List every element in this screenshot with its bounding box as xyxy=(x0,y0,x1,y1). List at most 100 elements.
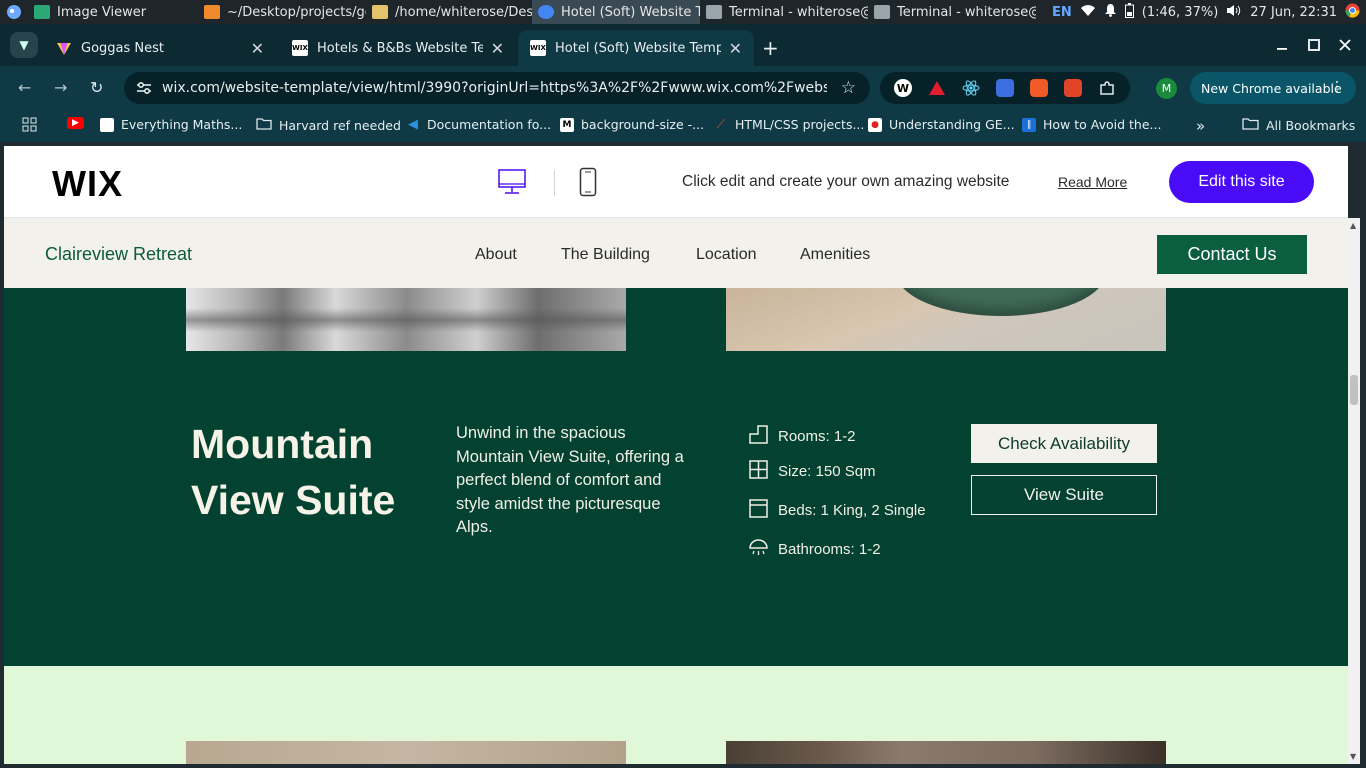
bookmark-documentation[interactable]: ◀ Documentation fo... xyxy=(406,117,551,132)
taskbar-item-file-manager[interactable]: /home/whiterose/Des... xyxy=(366,0,532,24)
extension-lighthouse-icon[interactable] xyxy=(1030,79,1048,97)
bookmark-how-to-avoid[interactable]: ∥ How to Avoid the... xyxy=(1022,117,1161,132)
bathroom-icon xyxy=(748,537,769,562)
feature-rooms: Rooms: 1-2 xyxy=(748,424,856,449)
arrow-right-icon: → xyxy=(54,78,68,97)
page-icon xyxy=(100,117,114,132)
suite-photo-left xyxy=(186,288,626,351)
clock[interactable]: 27 Jun, 22:31 xyxy=(1250,5,1337,20)
check-availability-button[interactable]: Check Availability xyxy=(971,424,1157,463)
edit-this-site-button[interactable]: Edit this site xyxy=(1169,161,1314,203)
new-tab-button[interactable]: + xyxy=(762,36,779,60)
browser-tab-strip: ▼ Goggas Nest ✕ WIX Hotels & B&Bs Websit… xyxy=(0,24,1366,66)
extensions-group: W xyxy=(880,72,1130,104)
sublime-icon xyxy=(204,5,220,19)
app-menu-icon[interactable] xyxy=(0,0,28,24)
mobile-view-icon[interactable] xyxy=(579,167,597,197)
back-button[interactable]: ← xyxy=(18,78,31,97)
bookmark-understanding-ge[interactable]: ● Understanding GE... xyxy=(868,117,1015,132)
minimize-window-button[interactable] xyxy=(1276,36,1288,55)
bookmark-everything-maths[interactable]: Everything Maths... xyxy=(100,117,242,132)
folder-icon xyxy=(372,5,388,19)
url-text[interactable]: wix.com/website-template/view/html/3990?… xyxy=(162,80,827,96)
battery-status: (1:46, 37%) xyxy=(1141,4,1219,20)
terminal-icon xyxy=(706,5,722,19)
site-header: Claireview Retreat About The Building Lo… xyxy=(4,218,1348,288)
close-tab-icon[interactable]: ✕ xyxy=(251,39,264,58)
tab-goggas-nest[interactable]: Goggas Nest ✕ xyxy=(44,30,276,66)
keyboard-layout[interactable]: EN xyxy=(1052,5,1072,20)
more-bookmarks-button[interactable]: » xyxy=(1196,117,1205,135)
desktop-view-icon[interactable] xyxy=(497,168,527,196)
kebab-menu-icon[interactable]: ⋮ xyxy=(1330,79,1344,95)
site-settings-icon[interactable] xyxy=(134,78,154,98)
bookmarks-bar: ▶ Everything Maths... Harvard ref needed… xyxy=(0,110,1366,142)
contact-us-button[interactable]: Contact Us xyxy=(1157,235,1307,274)
read-more-link[interactable]: Read More xyxy=(1058,174,1127,190)
wix-preview-bar: WIX Click edit and create your own amazi… xyxy=(4,146,1348,218)
suite-photo-right xyxy=(726,288,1166,351)
address-bar[interactable]: wix.com/website-template/view/html/3990?… xyxy=(124,72,870,104)
plus-icon: + xyxy=(762,36,779,60)
nav-amenities[interactable]: Amenities xyxy=(800,246,870,264)
close-tab-icon[interactable]: ✕ xyxy=(729,39,742,58)
tab-search-button[interactable]: ▼ xyxy=(10,32,38,58)
bookmark-background-size[interactable]: M background-size -... xyxy=(560,117,704,132)
battery-icon[interactable] xyxy=(1124,2,1134,22)
size-icon xyxy=(748,459,769,484)
close-window-button[interactable] xyxy=(1339,36,1351,55)
scrollbar-thumb[interactable] xyxy=(1350,375,1358,405)
taskbar-item-image-viewer[interactable]: Image Viewer xyxy=(28,0,198,24)
next-suite-photo-left xyxy=(186,741,626,764)
taskbar-item-chrome[interactable]: Hotel (Soft) Website Te... xyxy=(532,0,700,24)
taskbar-item-terminal-2[interactable]: Terminal - whiterose@... xyxy=(868,0,1036,24)
apps-grid-icon[interactable] xyxy=(22,117,37,132)
page-scrollbar[interactable] xyxy=(1348,218,1360,764)
react-devtools-icon[interactable] xyxy=(962,79,980,97)
bookmark-harvard-ref[interactable]: Harvard ref needed xyxy=(256,117,401,133)
close-tab-icon[interactable]: ✕ xyxy=(491,39,504,58)
extension-fox-icon[interactable] xyxy=(1064,79,1082,97)
chrome-tray-icon[interactable] xyxy=(1345,3,1360,22)
trello-icon: ∥ xyxy=(1022,117,1036,132)
beds-icon xyxy=(748,498,769,523)
bookmark-star-icon[interactable]: ☆ xyxy=(841,78,856,98)
extension-w-icon[interactable]: W xyxy=(894,79,912,97)
next-suite-section xyxy=(4,666,1348,764)
maximize-window-button[interactable] xyxy=(1308,36,1320,55)
bookmark-youtube[interactable]: ▶ xyxy=(67,117,84,129)
nav-the-building[interactable]: The Building xyxy=(561,246,650,264)
wifi-icon[interactable] xyxy=(1080,4,1096,21)
nav-location[interactable]: Location xyxy=(696,246,757,264)
tab-hotels-bnbs[interactable]: WIX Hotels & B&Bs Website Templ ✕ xyxy=(280,30,516,66)
forward-button[interactable]: → xyxy=(54,78,67,97)
wix-icon: WIX xyxy=(292,40,308,56)
taskbar-item-terminal-1[interactable]: Terminal - whiterose@... xyxy=(700,0,868,24)
tab-hotel-soft[interactable]: WIX Hotel (Soft) Website Template ✕ xyxy=(518,30,754,66)
site-brand[interactable]: Claireview Retreat xyxy=(45,244,192,265)
feature-bathrooms: Bathrooms: 1-2 xyxy=(748,537,881,562)
scroll-up-icon[interactable]: ▲ xyxy=(1350,221,1356,230)
notification-bell-icon[interactable] xyxy=(1104,3,1117,21)
codepen-icon: ⟋ xyxy=(716,117,726,131)
pouf-image xyxy=(896,288,1106,316)
folder-icon xyxy=(1242,117,1259,133)
extension-red-triangle-icon[interactable] xyxy=(928,79,946,97)
scroll-down-icon[interactable]: ▼ xyxy=(1350,752,1356,761)
wix-logo[interactable]: WIX xyxy=(52,163,123,205)
extension-docs-icon[interactable] xyxy=(996,79,1014,97)
chrome-update-button[interactable]: New Chrome available ⋮ xyxy=(1190,72,1356,104)
nav-about[interactable]: About xyxy=(475,246,517,264)
image-viewer-icon xyxy=(34,5,50,19)
bookmark-html-css-projects[interactable]: ⟋ HTML/CSS projects... xyxy=(714,117,865,132)
reload-button[interactable]: ↻ xyxy=(90,78,103,97)
extensions-puzzle-icon[interactable] xyxy=(1098,79,1116,97)
view-suite-button[interactable]: View Suite xyxy=(971,475,1157,515)
taskbar-item-sublime[interactable]: ~/Desktop/projects/go... xyxy=(198,0,366,24)
profile-avatar[interactable]: M xyxy=(1156,78,1177,99)
all-bookmarks-button[interactable]: All Bookmarks xyxy=(1242,117,1355,133)
folder-icon xyxy=(256,117,272,133)
feature-size: Size: 150 Sqm xyxy=(748,459,876,484)
volume-icon[interactable] xyxy=(1226,4,1242,21)
vscode-icon: ◀ xyxy=(408,117,418,132)
